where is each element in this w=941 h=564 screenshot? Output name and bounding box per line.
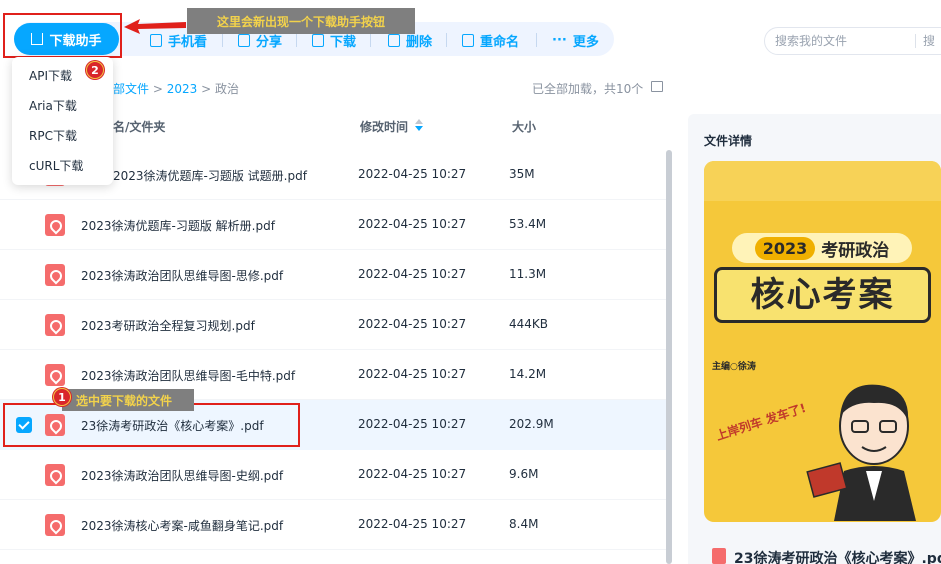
cover-author: 主编○徐涛 bbox=[712, 362, 756, 372]
menu-item-rpc[interactable]: RPC下载 bbox=[29, 127, 77, 144]
more-icon: ··· bbox=[552, 32, 567, 48]
breadcrumb-current: 政治 bbox=[215, 82, 240, 96]
cover-subtitle: 2023 考研政治 bbox=[732, 233, 912, 263]
file-name[interactable]: 2023徐涛优题库-习题版 试题册.pdf bbox=[113, 167, 307, 184]
file-name[interactable]: 2023徐涛政治团队思维导图-史纲.pdf bbox=[81, 467, 283, 484]
breadcrumb: 部文件 > 2023 > 政治 bbox=[113, 80, 239, 97]
column-header-modified[interactable]: 修改时间 bbox=[360, 118, 408, 135]
pdf-icon bbox=[45, 464, 65, 486]
rename-icon bbox=[462, 33, 474, 47]
menu-item-api[interactable]: API下载 bbox=[29, 67, 72, 84]
breadcrumb-all-files[interactable]: 部文件 bbox=[113, 82, 149, 96]
file-manager: 下载助手 手机看 分享 下载 删除 重命名 ··· 更多 搜索我的文件 搜 这里… bbox=[0, 0, 941, 564]
book-cover-thumbnail: 2023 考研政治 核心考案 主编○徐涛 上岸列车 发车了! bbox=[704, 161, 941, 522]
download-icon bbox=[312, 33, 324, 47]
more-button[interactable]: ··· 更多 bbox=[552, 30, 599, 50]
file-modified: 2022-04-25 10:27 bbox=[358, 217, 467, 231]
pdf-icon bbox=[712, 548, 726, 564]
table-row[interactable]: 2023徐涛优题库-习题版 解析册.pdf 2022-04-25 10:27 5… bbox=[0, 200, 668, 250]
view-toggle-icon[interactable] bbox=[651, 81, 663, 92]
table-row[interactable]: 2023考研政治全程复习规划.pdf 2022-04-25 10:27 444K… bbox=[0, 300, 668, 350]
rename-label: 重命名 bbox=[480, 34, 520, 50]
annotation-arrow-icon bbox=[124, 19, 186, 34]
cartoon-figure-icon bbox=[806, 384, 916, 521]
step-badge-2: 2 bbox=[86, 61, 104, 79]
annotation-callout-row: 选中要下载的文件 bbox=[62, 389, 194, 411]
file-size: 9.6M bbox=[509, 467, 539, 481]
scrollbar[interactable] bbox=[666, 150, 672, 564]
file-modified: 2022-04-25 10:27 bbox=[358, 467, 467, 481]
file-size: 14.2M bbox=[509, 367, 547, 381]
details-file-name-text: 23徐涛考研政治《核心考案》.pd bbox=[734, 551, 941, 564]
file-modified: 2022-04-25 10:27 bbox=[358, 417, 467, 431]
file-name[interactable]: 2023徐涛政治团队思维导图-思修.pdf bbox=[81, 267, 283, 284]
toolbar: 下载助手 手机看 分享 下载 删除 重命名 ··· 更多 搜索我的文件 搜 bbox=[0, 0, 941, 80]
pdf-icon bbox=[45, 214, 65, 236]
annotation-text: 这里会新出现一个下载助手按钮 bbox=[216, 14, 385, 29]
toolbar-divider bbox=[296, 33, 297, 47]
breadcrumb-sep: > bbox=[152, 82, 163, 96]
cover-subject: 考研政治 bbox=[821, 240, 890, 261]
file-name[interactable]: 2023徐涛政治团队思维导图-毛中特.pdf bbox=[81, 367, 295, 384]
file-modified: 2022-04-25 10:27 bbox=[358, 167, 467, 181]
cover-topbar bbox=[704, 161, 941, 201]
toolbar-divider bbox=[222, 33, 223, 47]
table-row[interactable]: 2023徐涛政治团队思维导图-史纲.pdf 2022-04-25 10:27 9… bbox=[0, 450, 668, 500]
sort-icon[interactable] bbox=[415, 119, 423, 131]
step-badge-1: 1 bbox=[53, 388, 71, 406]
search-input[interactable]: 搜索我的文件 搜 bbox=[764, 27, 941, 55]
pdf-icon bbox=[45, 314, 65, 336]
column-header-size[interactable]: 大小 bbox=[512, 118, 536, 135]
file-modified: 2022-04-25 10:27 bbox=[358, 517, 467, 531]
table-row[interactable]: 2023徐涛政治团队思维导图-思修.pdf 2022-04-25 10:27 1… bbox=[0, 250, 668, 300]
load-status: 已全部加载，共10个 bbox=[532, 82, 644, 96]
column-header-name[interactable]: 名/文件夹 bbox=[113, 118, 165, 135]
file-size: 35M bbox=[509, 167, 535, 181]
breadcrumb-sep: > bbox=[201, 82, 212, 96]
file-size: 11.3M bbox=[509, 267, 547, 281]
file-name[interactable]: 2023徐涛优题库-习题版 解析册.pdf bbox=[81, 217, 275, 234]
menu-item-aria[interactable]: Aria下载 bbox=[29, 97, 77, 114]
annotation-callout-top: 这里会新出现一个下载助手按钮 bbox=[187, 8, 415, 34]
table-row[interactable]: 2023徐涛核心考案-咸鱼翻身笔记.pdf 2022-04-25 10:27 8… bbox=[0, 500, 668, 550]
phone-icon bbox=[150, 33, 162, 47]
search-placeholder: 搜索我的文件 bbox=[775, 34, 848, 48]
share-icon bbox=[238, 33, 250, 47]
pdf-icon bbox=[45, 364, 65, 386]
file-modified: 2022-04-25 10:27 bbox=[358, 267, 467, 281]
details-title: 文件详情 bbox=[704, 134, 753, 148]
rename-button[interactable]: 重命名 bbox=[462, 30, 519, 50]
menu-item-curl[interactable]: cURL下载 bbox=[29, 157, 83, 174]
search-extra: 搜 bbox=[923, 34, 936, 48]
toolbar-divider bbox=[446, 33, 447, 47]
breadcrumb-2023[interactable]: 2023 bbox=[167, 82, 198, 96]
file-modified: 2022-04-25 10:27 bbox=[358, 317, 467, 331]
file-modified: 2022-04-25 10:27 bbox=[358, 367, 467, 381]
annotation-text: 选中要下载的文件 bbox=[76, 393, 173, 408]
toolbar-divider bbox=[370, 33, 371, 47]
pdf-icon bbox=[45, 264, 65, 286]
file-size: 53.4M bbox=[509, 217, 547, 231]
trash-icon bbox=[388, 33, 400, 47]
file-name[interactable]: 2023徐涛核心考案-咸鱼翻身笔记.pdf bbox=[81, 517, 283, 534]
file-name[interactable]: 2023考研政治全程复习规划.pdf bbox=[81, 317, 255, 334]
annotation-highlight-box bbox=[3, 13, 122, 58]
row-divider bbox=[0, 549, 668, 550]
search-divider bbox=[915, 34, 916, 48]
cover-year: 2023 bbox=[754, 236, 816, 260]
cover-note: 上岸列车 发车了! bbox=[714, 400, 808, 444]
file-size: 444KB bbox=[509, 317, 549, 331]
file-size: 202.9M bbox=[509, 417, 554, 431]
more-label: 更多 bbox=[572, 34, 599, 50]
cover-title: 核心考案 bbox=[714, 267, 931, 323]
file-size: 8.4M bbox=[509, 517, 539, 531]
pdf-icon bbox=[45, 514, 65, 536]
toolbar-divider bbox=[536, 33, 537, 47]
